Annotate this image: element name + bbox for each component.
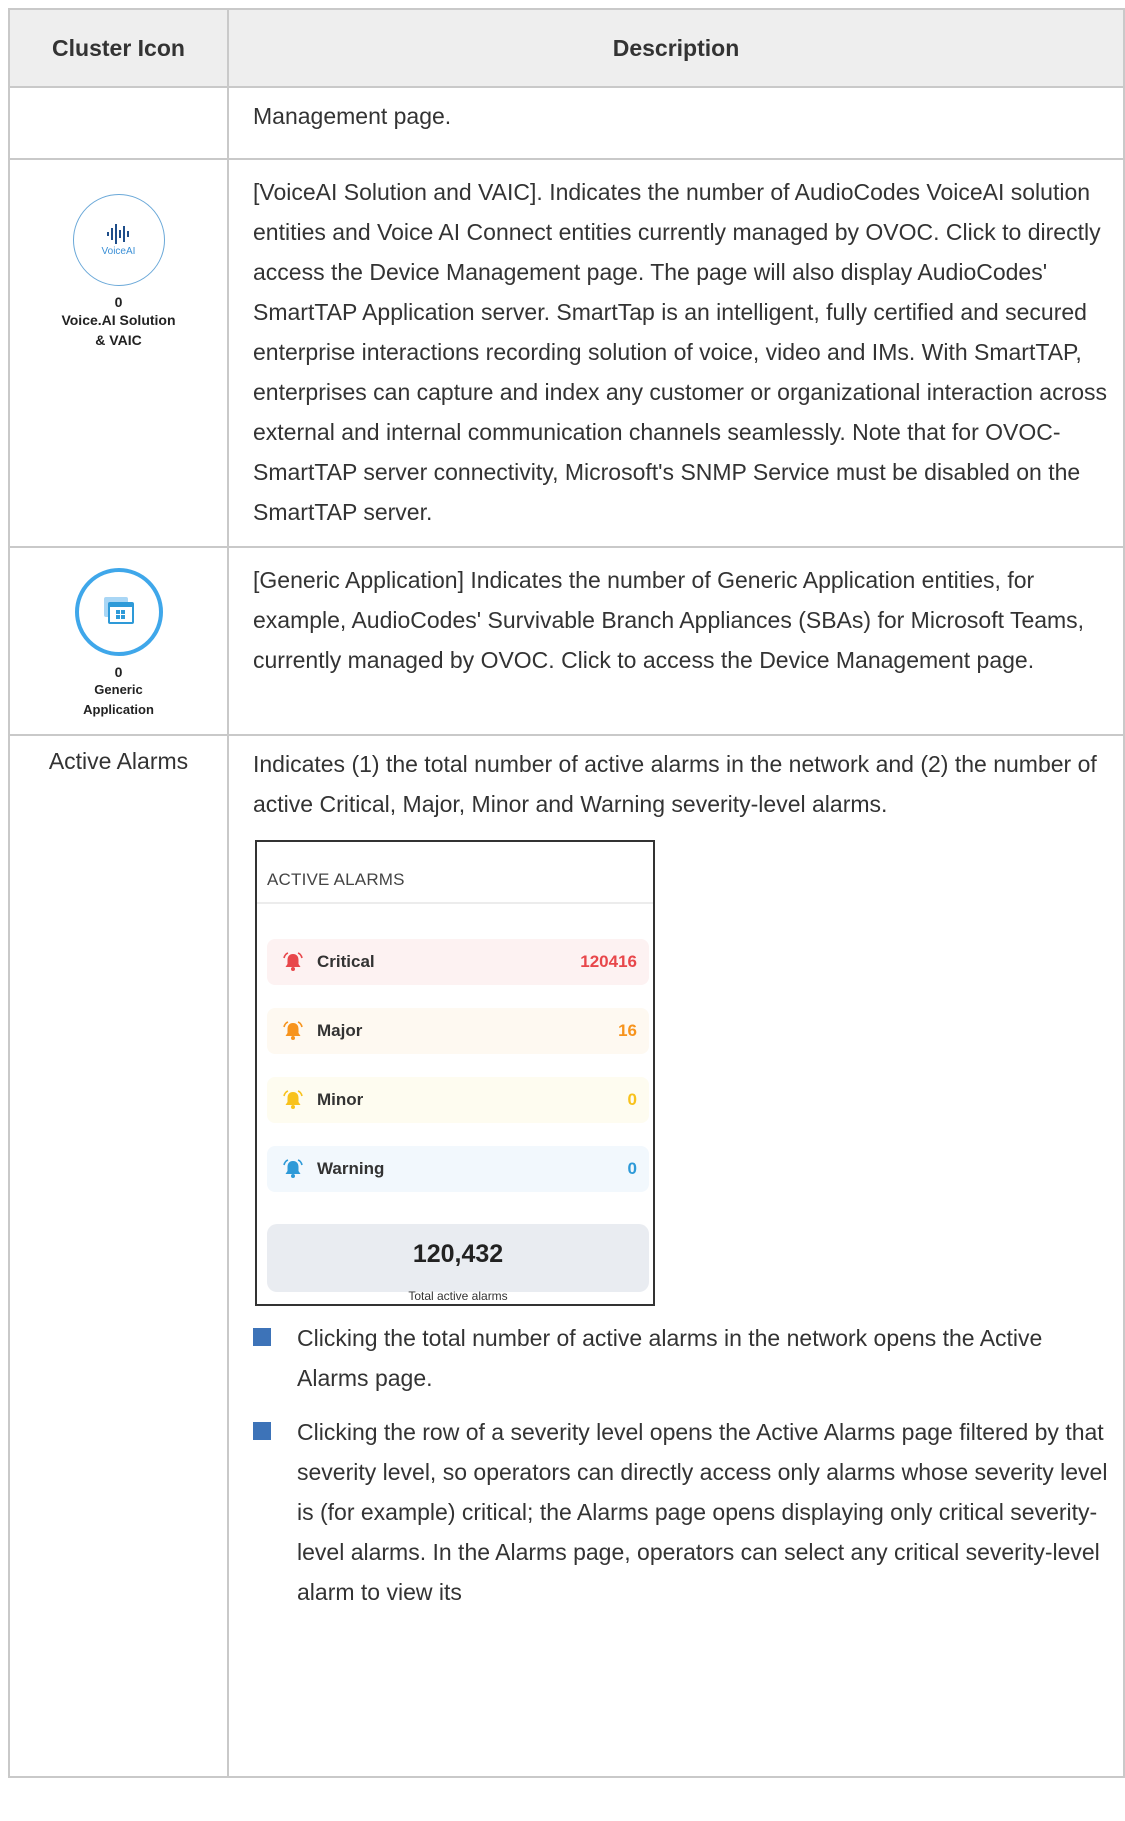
description-cell: Management page.	[227, 86, 1125, 160]
alarms-bullet-list: Clicking the total number of active alar…	[253, 1318, 1109, 1612]
cluster-icon-cell	[8, 86, 229, 160]
generic-count: 0	[114, 664, 123, 680]
voiceai-icon-text: VoiceAI	[101, 245, 136, 257]
voiceai-label-line2: & VAIC	[95, 332, 142, 348]
active-alarms-description: Indicates (1) the total number of active…	[229, 736, 1123, 1612]
severity-row-2[interactable]: Minor 0	[267, 1077, 649, 1123]
description-text: Management page.	[253, 103, 452, 129]
bullet-square-icon	[253, 1328, 271, 1346]
cluster-icon-cell: Active Alarms	[8, 734, 229, 1778]
voiceai-icon: VoiceAI	[72, 194, 165, 286]
description-cell: Indicates (1) the total number of active…	[227, 734, 1125, 1778]
severity-row-0[interactable]: Critical 120416	[267, 939, 649, 985]
header-cluster-icon: Cluster Icon	[8, 8, 229, 88]
severity-count: 16	[618, 1021, 637, 1040]
list-item: Clicking the row of a severity level ope…	[253, 1412, 1109, 1612]
severity-name: Minor	[317, 1090, 364, 1109]
table-row: Management page.	[8, 86, 1125, 160]
table-row-voiceai: VoiceAI 0 Voice.AI Solution & VAIC [Voic…	[8, 158, 1125, 548]
header-description: Description	[227, 8, 1125, 88]
bell-icon	[281, 1088, 305, 1112]
severity-row-3[interactable]: Warning 0	[267, 1146, 649, 1192]
voiceai-label-line1: Voice.AI Solution	[61, 312, 176, 328]
list-item: Clicking the total number of active alar…	[253, 1318, 1109, 1398]
generic-application-icon	[74, 568, 163, 656]
generic-label-line1: Generic	[94, 682, 143, 697]
total-alarms-box[interactable]: 120,432 Total active alarms	[267, 1224, 649, 1303]
voiceai-description: [VoiceAI Solution and VAIC]. Indicates t…	[253, 179, 1108, 525]
severity-row-1[interactable]: Major 16	[267, 1008, 649, 1054]
total-alarms-count: 120,432	[412, 1240, 504, 1268]
generic-app-cluster[interactable]: 0 Generic Application	[10, 548, 227, 720]
severity-count: 120416	[580, 952, 637, 971]
voiceai-count: 0	[114, 294, 123, 310]
severity-name: Warning	[317, 1159, 385, 1178]
table-header-row: Cluster Icon Description	[8, 8, 1125, 88]
cluster-icon-cell: VoiceAI 0 Voice.AI Solution & VAIC	[8, 158, 229, 548]
bullet-square-icon	[253, 1422, 271, 1440]
bell-icon	[281, 1157, 305, 1181]
bullet-text: Clicking the total number of active alar…	[297, 1325, 1043, 1391]
total-alarms-label: Total active alarms	[408, 1289, 508, 1303]
description-cell: [VoiceAI Solution and VAIC]. Indicates t…	[227, 158, 1125, 548]
bell-icon	[281, 1019, 305, 1043]
cluster-icon-cell: 0 Generic Application	[8, 546, 229, 736]
severity-count: 0	[627, 1090, 637, 1109]
widget-divider	[257, 902, 653, 904]
cluster-icon-table: Cluster Icon Description Management page…	[8, 8, 1125, 1778]
table-row-generic: 0 Generic Application [Generic Applicati…	[8, 546, 1125, 736]
generic-description: [Generic Application] Indicates the numb…	[253, 567, 1085, 673]
severity-count: 0	[627, 1159, 637, 1178]
severity-name: Critical	[317, 952, 375, 971]
active-alarms-label: Active Alarms	[48, 748, 189, 774]
bullet-text: Clicking the row of a severity level ope…	[297, 1419, 1108, 1605]
bell-icon	[281, 950, 305, 974]
table-row-active-alarms: Active Alarms Indicates (1) the total nu…	[8, 734, 1125, 1778]
active-alarms-intro: Indicates (1) the total number of active…	[253, 751, 1097, 817]
voiceai-cluster[interactable]: VoiceAI 0 Voice.AI Solution & VAIC	[10, 160, 227, 350]
generic-label-line2: Application	[83, 702, 154, 717]
document-page: Cluster Icon Description Management page…	[0, 0, 1125, 1821]
severity-name: Major	[317, 1021, 363, 1040]
widget-title: ACTIVE ALARMS	[267, 870, 405, 889]
description-cell: [Generic Application] Indicates the numb…	[227, 546, 1125, 736]
active-alarms-widget: ACTIVE ALARMS Critical 120416 Major 16 Minor…	[255, 840, 655, 1306]
